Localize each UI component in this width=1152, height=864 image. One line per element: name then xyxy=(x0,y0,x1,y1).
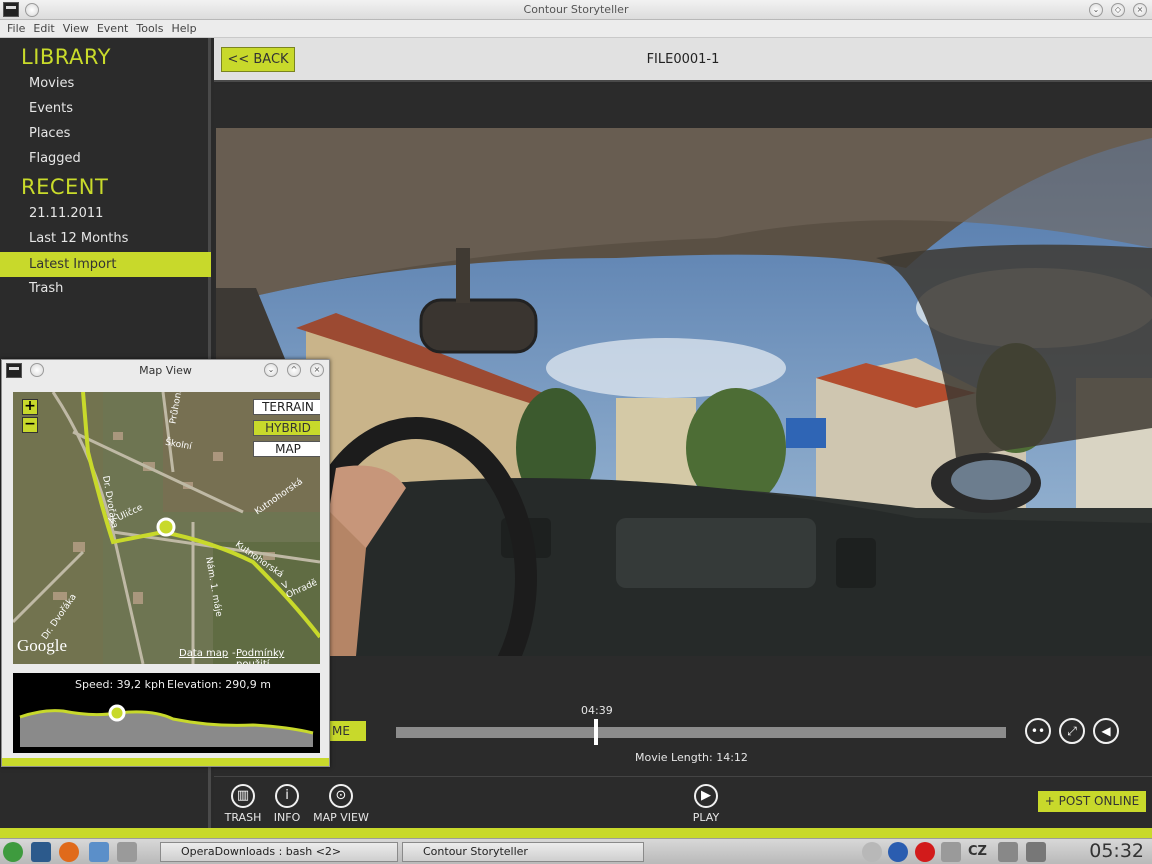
content-header: << BACK FILE0001-1 xyxy=(214,38,1152,82)
sidebar-item-date[interactable]: 21.11.2011 xyxy=(0,201,211,226)
maximize-button[interactable]: ◇ xyxy=(1111,3,1125,17)
elevation-chart xyxy=(19,704,314,747)
menu-file[interactable]: File xyxy=(4,20,30,37)
elevation-profile: Speed: 39,2 kph Elevation: 290,9 m xyxy=(13,673,320,753)
volume-icon[interactable]: ◀ xyxy=(1093,718,1119,744)
hp-icon[interactable] xyxy=(888,842,908,862)
firefox-icon[interactable] xyxy=(59,842,79,862)
sidebar-item-flagged[interactable]: Flagged xyxy=(0,146,211,171)
notifications-icon[interactable] xyxy=(998,842,1018,862)
window-title: Contour Storyteller xyxy=(523,3,629,16)
scissors-icon[interactable] xyxy=(941,842,961,862)
close-button[interactable]: × xyxy=(1133,3,1147,17)
taskbar: OperaDownloads : bash <2> Contour Storyt… xyxy=(0,838,1152,864)
video-image xyxy=(216,128,1152,656)
library-heading: LIBRARY xyxy=(21,45,111,69)
map-canvas[interactable]: TERRAIN HYBRID MAP + − Průhonice Školní … xyxy=(13,392,320,664)
map-view-tool[interactable]: ⊙ MAP VIEW xyxy=(312,784,370,824)
map-button[interactable]: MAP xyxy=(253,441,320,457)
trash-label: TRASH xyxy=(224,811,262,824)
sidebar-item-places[interactable]: Places xyxy=(0,121,211,146)
play-label: PLAY xyxy=(692,811,720,824)
fullscreen-icon[interactable]: ⤢ xyxy=(1059,718,1085,744)
map-window-accent-strip xyxy=(2,758,329,766)
menu-help[interactable]: Help xyxy=(168,20,201,37)
google-logo: Google xyxy=(17,636,68,655)
zoom-in-button[interactable]: + xyxy=(22,399,38,415)
map-view-window: Map View ⌄ ^ × TERRAIN HYBRID MAP + − Pr… xyxy=(1,359,330,767)
timeline-track[interactable] xyxy=(396,727,1006,738)
sidebar-item-movies[interactable]: Movies xyxy=(0,71,211,96)
play-tool[interactable]: ▶ PLAY xyxy=(688,784,724,824)
file-manager-icon[interactable] xyxy=(89,842,109,862)
timeline-scrubber[interactable] xyxy=(594,719,598,745)
info-icon: i xyxy=(275,784,299,808)
trash-icon: ▥ xyxy=(231,784,255,808)
recent-heading: RECENT xyxy=(21,175,109,199)
workspace-switcher-icon[interactable] xyxy=(117,842,137,862)
task-opera-downloads[interactable]: OperaDownloads : bash <2> xyxy=(160,842,398,862)
accent-strip xyxy=(0,828,1152,838)
elevation-position-marker xyxy=(108,704,126,722)
desktop-icon[interactable] xyxy=(31,842,51,862)
opera-icon[interactable] xyxy=(915,842,935,862)
sidebar-item-events[interactable]: Events xyxy=(0,96,211,121)
keyboard-layout[interactable]: CZ xyxy=(968,844,987,859)
show-desktop-icon[interactable] xyxy=(1026,842,1046,862)
data-map-link[interactable]: Data map xyxy=(179,648,228,659)
menu-edit[interactable]: Edit xyxy=(30,20,59,37)
movie-length-label: Movie Length: 14:12 xyxy=(635,751,748,764)
info-label: INFO xyxy=(273,811,301,824)
hybrid-button[interactable]: HYBRID xyxy=(253,420,320,436)
sidebar-item-latest-import[interactable]: Latest Import xyxy=(0,252,211,277)
minimize-button[interactable]: ⌄ xyxy=(1089,3,1103,17)
video-frame[interactable] xyxy=(216,128,1152,656)
menu-event[interactable]: Event xyxy=(94,20,134,37)
marker-icon[interactable]: •• xyxy=(1025,718,1051,744)
menu-bar: File Edit View Event Tools Help xyxy=(0,20,1152,38)
current-time-label: 04:39 xyxy=(581,704,613,717)
zoom-out-button[interactable]: − xyxy=(22,417,38,433)
home-button[interactable]: ME xyxy=(330,721,366,741)
map-window-close-button[interactable]: × xyxy=(310,363,324,377)
map-view-label: MAP VIEW xyxy=(313,811,369,824)
map-window-maximize-button[interactable]: ^ xyxy=(287,363,301,377)
info-tool[interactable]: i INFO xyxy=(270,784,304,824)
trash-tool[interactable]: ▥ TRASH xyxy=(223,784,263,824)
terrain-button[interactable]: TERRAIN xyxy=(253,399,320,415)
post-online-button[interactable]: + POST ONLINE xyxy=(1038,791,1146,812)
map-window-minimize-button[interactable]: ⌄ xyxy=(264,363,278,377)
task-contour-storyteller[interactable]: Contour Storyteller xyxy=(402,842,644,862)
map-window-title: Map View xyxy=(139,364,192,377)
title-bar: Contour Storyteller ⌄ ◇ × xyxy=(0,0,1152,20)
info-tray-icon[interactable] xyxy=(862,842,882,862)
menu-view[interactable]: View xyxy=(60,20,94,37)
play-icon: ▶ xyxy=(694,784,718,808)
clock: 05:32 xyxy=(1089,840,1144,862)
start-menu-icon[interactable] xyxy=(3,842,23,862)
file-title: FILE0001-1 xyxy=(646,52,720,67)
sidebar-item-trash[interactable]: Trash xyxy=(0,276,211,301)
sidebar-item-last-12-months[interactable]: Last 12 Months xyxy=(0,226,211,251)
menu-tools[interactable]: Tools xyxy=(133,20,168,37)
terms-link[interactable]: Podmínky použití xyxy=(236,648,320,664)
map-target-icon: ⊙ xyxy=(329,784,353,808)
